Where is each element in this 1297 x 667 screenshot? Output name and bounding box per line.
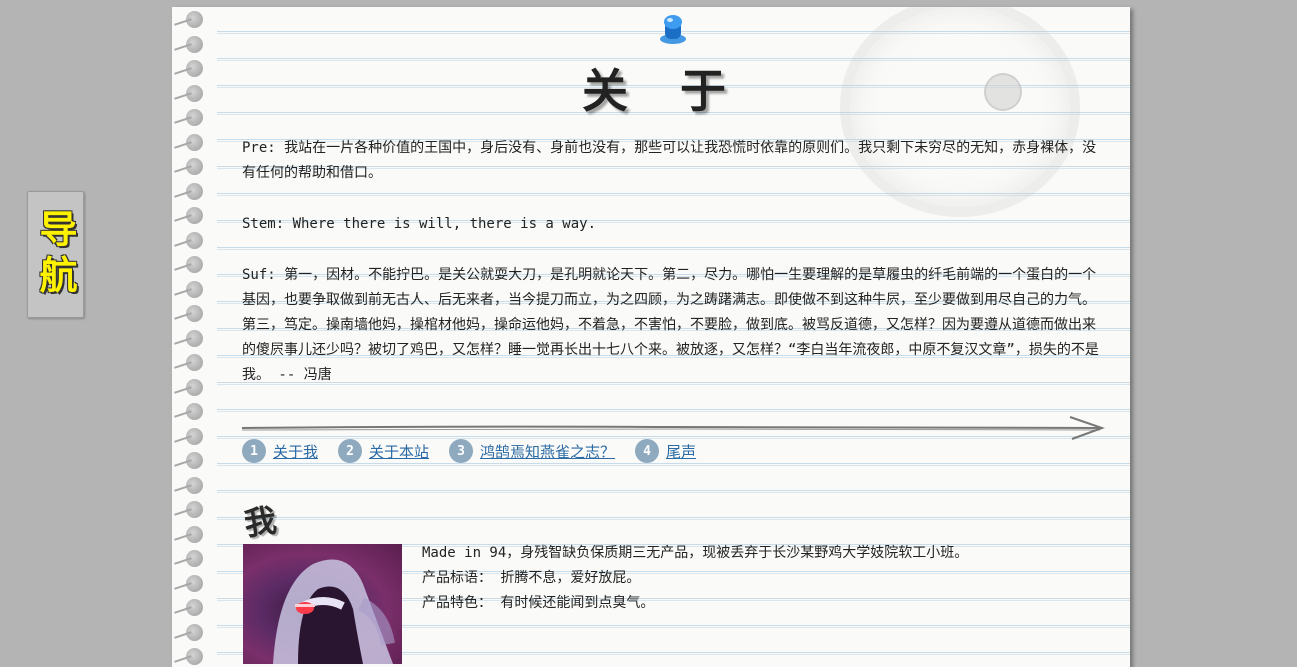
bio-line: 产品特色： 有时候还能闻到点臭气。 — [422, 595, 655, 611]
stem-paragraph: Stem: Where there is will, there is a wa… — [242, 216, 597, 232]
pushpin-icon — [660, 15, 686, 44]
link-label[interactable]: 尾声 — [666, 441, 696, 462]
link-number-badge: 1 — [242, 439, 266, 463]
bio-line: 产品标语： 折腾不息，爱好放屁。 — [422, 570, 641, 586]
link-about-me[interactable]: 1 关于我 — [242, 439, 318, 463]
link-about-site[interactable]: 2 关于本站 — [338, 439, 429, 463]
link-epilogue[interactable]: 4 尾声 — [635, 439, 696, 463]
nav-label: 导航 — [33, 208, 78, 301]
bio-line: Made in 94，身残智缺负保质期三无产品，现被丢弃于长沙某野鸡大学妓院软工… — [422, 545, 969, 561]
suf-paragraph: Suf: 第一，因材。不能拧巴。是关公就耍大刀，是孔明就论天下。第二，尽力。哪怕… — [242, 267, 1099, 383]
section-links: 1 关于我 2 关于本站 3 鸿鹄焉知燕雀之志？ 4 尾声 — [242, 439, 716, 463]
link-label[interactable]: 鸿鹄焉知燕雀之志？ — [480, 441, 615, 462]
avatar — [243, 544, 402, 664]
link-number-badge: 3 — [449, 439, 474, 463]
notebook-page: 关 于 Pre: 我站在一片各种价值的王国中，身后没有、身前也没有，那些可以让我… — [172, 7, 1130, 667]
link-number-badge: 4 — [635, 439, 660, 463]
link-ambition[interactable]: 3 鸿鹄焉知燕雀之志？ — [449, 439, 615, 463]
page-title: 关 于 — [581, 64, 744, 118]
section-heading-me: 我 — [241, 500, 279, 544]
link-number-badge: 2 — [338, 439, 363, 463]
link-label[interactable]: 关于我 — [273, 441, 318, 462]
hooded-figure-image — [273, 559, 395, 664]
bio-text: Made in 94，身残智缺负保质期三无产品，现被丢弃于长沙某野鸡大学妓院软工… — [422, 541, 968, 616]
nav-button[interactable]: 导航 — [27, 191, 84, 318]
pre-paragraph: Pre: 我站在一片各种价值的王国中，身后没有、身前也没有，那些可以让我恐慌时依… — [242, 140, 1097, 181]
link-label[interactable]: 关于本站 — [369, 441, 429, 462]
